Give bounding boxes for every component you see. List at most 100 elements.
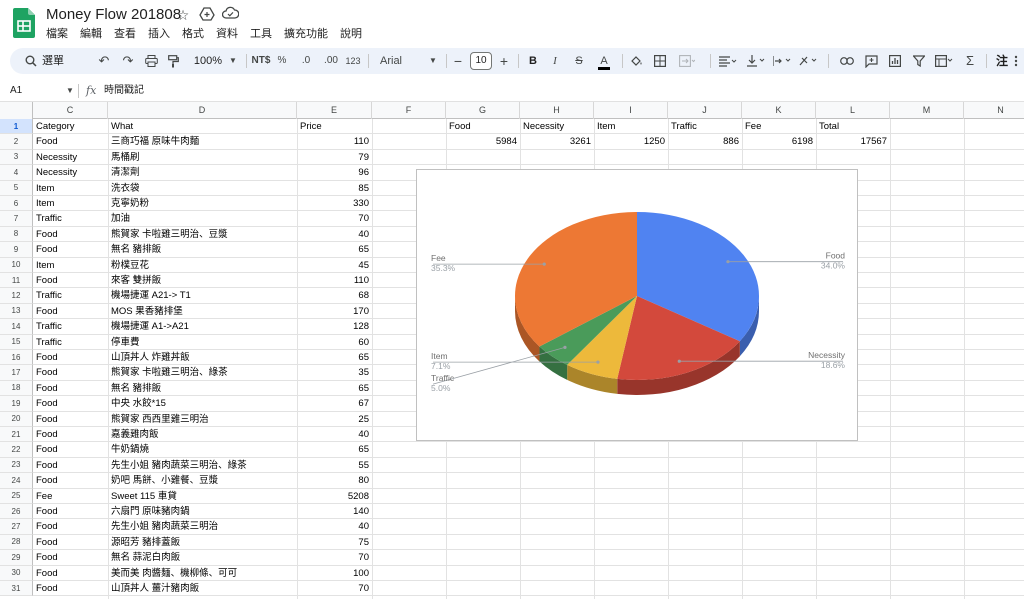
cell-category[interactable]: Food xyxy=(33,134,108,149)
functions-button[interactable]: Σ xyxy=(962,48,978,74)
filter-views-icon[interactable] xyxy=(932,48,956,74)
row-header-29[interactable]: 29 xyxy=(0,550,33,566)
cell-category[interactable]: Food xyxy=(33,242,108,257)
cell-price[interactable]: 25 xyxy=(297,412,372,427)
cell-what[interactable]: 無名 豬排飯 xyxy=(108,242,297,257)
percent-format-button[interactable]: % xyxy=(276,48,288,74)
cell-price[interactable]: 65 xyxy=(297,242,372,257)
cell-price-header[interactable]: Price xyxy=(297,119,372,134)
cell-what[interactable]: 清潔劑 xyxy=(108,165,297,180)
cell-what[interactable]: 機場捷運 A21-> T1 xyxy=(108,288,297,303)
row-header-9[interactable]: 9 xyxy=(0,242,33,258)
select-all-corner[interactable] xyxy=(0,102,33,119)
row-header-10[interactable]: 10 xyxy=(0,257,33,273)
column-header-c[interactable]: C xyxy=(33,102,108,119)
menu-edit[interactable]: 編輯 xyxy=(74,26,108,42)
cell-price[interactable]: 40 xyxy=(297,519,372,534)
summary-header-cell[interactable]: Food xyxy=(446,119,520,134)
cell-what[interactable]: 中央 水餃*15 xyxy=(108,396,297,411)
row-header-12[interactable]: 12 xyxy=(0,288,33,304)
cell-category[interactable]: Food xyxy=(33,412,108,427)
fill-color-icon[interactable] xyxy=(628,48,644,74)
cell-price[interactable]: 80 xyxy=(297,473,372,488)
column-header-h[interactable]: H xyxy=(520,102,594,119)
cell-category[interactable]: Food xyxy=(33,458,108,473)
cell-price[interactable]: 40 xyxy=(297,227,372,242)
row-header-5[interactable]: 5 xyxy=(0,180,33,196)
cell-category[interactable]: Food xyxy=(33,566,108,581)
summary-value-cell[interactable]: 5984 xyxy=(446,134,520,149)
cell-what[interactable]: 六扇門 原味豬肉鍋 xyxy=(108,504,297,519)
cell-category[interactable]: Fee xyxy=(33,489,108,504)
cell-price[interactable]: 67 xyxy=(297,396,372,411)
search-icon[interactable] xyxy=(24,48,38,74)
cell-price[interactable]: 70 xyxy=(297,550,372,565)
cell-price[interactable]: 79 xyxy=(297,150,372,165)
summary-header-cell[interactable]: Fee xyxy=(742,119,816,134)
borders-icon[interactable] xyxy=(652,48,668,74)
number-format-button[interactable]: 123 xyxy=(344,48,362,74)
vertical-align-icon[interactable] xyxy=(744,48,768,74)
cell-category[interactable]: Food xyxy=(33,550,108,565)
cell-price[interactable]: 85 xyxy=(297,181,372,196)
cell-price[interactable]: 35 xyxy=(297,365,372,380)
cell-price[interactable]: 75 xyxy=(297,535,372,550)
menu-view[interactable]: 查看 xyxy=(108,26,142,42)
cell-what[interactable]: 來客 雙拼飯 xyxy=(108,273,297,288)
row-header-17[interactable]: 17 xyxy=(0,365,33,381)
cell-category[interactable]: Traffic xyxy=(33,319,108,334)
increase-decimal-button[interactable]: .00 xyxy=(322,48,340,74)
column-header-d[interactable]: D xyxy=(108,102,297,119)
cell-what[interactable]: 熊賀家 西西里雞三明治 xyxy=(108,412,297,427)
formula-input[interactable]: 時間戳記 xyxy=(104,83,144,99)
cell-price[interactable]: 96 xyxy=(297,165,372,180)
cell-category[interactable]: Food xyxy=(33,304,108,319)
menu-tools[interactable]: 工具 xyxy=(244,26,278,42)
cell-price[interactable]: 330 xyxy=(297,196,372,211)
cell-price[interactable]: 65 xyxy=(297,350,372,365)
cell-what[interactable]: 熊賀家 卡啦雞三明治、綠茶 xyxy=(108,365,297,380)
more-options-icon[interactable] xyxy=(1010,48,1022,74)
cell-category[interactable]: Necessity xyxy=(33,165,108,180)
cell-what[interactable]: 美而美 肉醬麵、機柳條、可可 xyxy=(108,566,297,581)
currency-format-button[interactable]: NT$ xyxy=(250,48,272,74)
row-header-15[interactable]: 15 xyxy=(0,334,33,350)
cell-category[interactable]: Food xyxy=(33,350,108,365)
cell-what[interactable]: 停車費 xyxy=(108,335,297,350)
cell-category[interactable]: Traffic xyxy=(33,288,108,303)
column-header-g[interactable]: G xyxy=(446,102,520,119)
insert-chart-icon[interactable] xyxy=(886,48,904,74)
row-header-7[interactable]: 7 xyxy=(0,211,33,227)
font-size-input[interactable]: 10 xyxy=(470,52,492,70)
row-header-4[interactable]: 4 xyxy=(0,165,33,181)
filter-icon[interactable] xyxy=(910,48,928,74)
cell-what[interactable]: 山頂丼人 薑汁豬肉飯 xyxy=(108,581,297,596)
row-header-3[interactable]: 3 xyxy=(0,149,33,166)
summary-value-cell[interactable]: 6198 xyxy=(742,134,816,149)
document-title[interactable]: Money Flow 201808 xyxy=(46,6,181,23)
move-to-drive-icon[interactable] xyxy=(198,6,216,24)
summary-value-cell[interactable]: 3261 xyxy=(520,134,594,149)
row-header-13[interactable]: 13 xyxy=(0,303,33,320)
row-header-19[interactable]: 19 xyxy=(0,396,33,412)
cell-category[interactable]: Food xyxy=(33,396,108,411)
search-menus-input[interactable]: 選單 xyxy=(42,48,72,74)
cell-category[interactable]: Food xyxy=(33,227,108,242)
column-header-j[interactable]: J xyxy=(668,102,742,119)
merge-cells-icon[interactable] xyxy=(676,48,698,74)
column-header-f[interactable]: F xyxy=(372,102,446,119)
row-header-27[interactable]: 27 xyxy=(0,519,33,535)
decrease-decimal-button[interactable]: .0 xyxy=(298,48,314,74)
row-header-21[interactable]: 21 xyxy=(0,427,33,443)
cell-what[interactable]: 洗衣袋 xyxy=(108,181,297,196)
summary-header-cell[interactable]: Total xyxy=(816,119,890,134)
strikethrough-icon[interactable]: S xyxy=(572,48,586,74)
row-header-22[interactable]: 22 xyxy=(0,442,33,458)
cell-category[interactable]: Food xyxy=(33,273,108,288)
menu-file[interactable]: 檔案 xyxy=(40,26,74,42)
summary-header-cell[interactable]: Traffic xyxy=(668,119,742,134)
row-header-2[interactable]: 2 xyxy=(0,134,33,150)
row-header-28[interactable]: 28 xyxy=(0,534,33,551)
cell-what[interactable]: 加油 xyxy=(108,211,297,226)
column-header-n[interactable]: N xyxy=(964,102,1024,119)
